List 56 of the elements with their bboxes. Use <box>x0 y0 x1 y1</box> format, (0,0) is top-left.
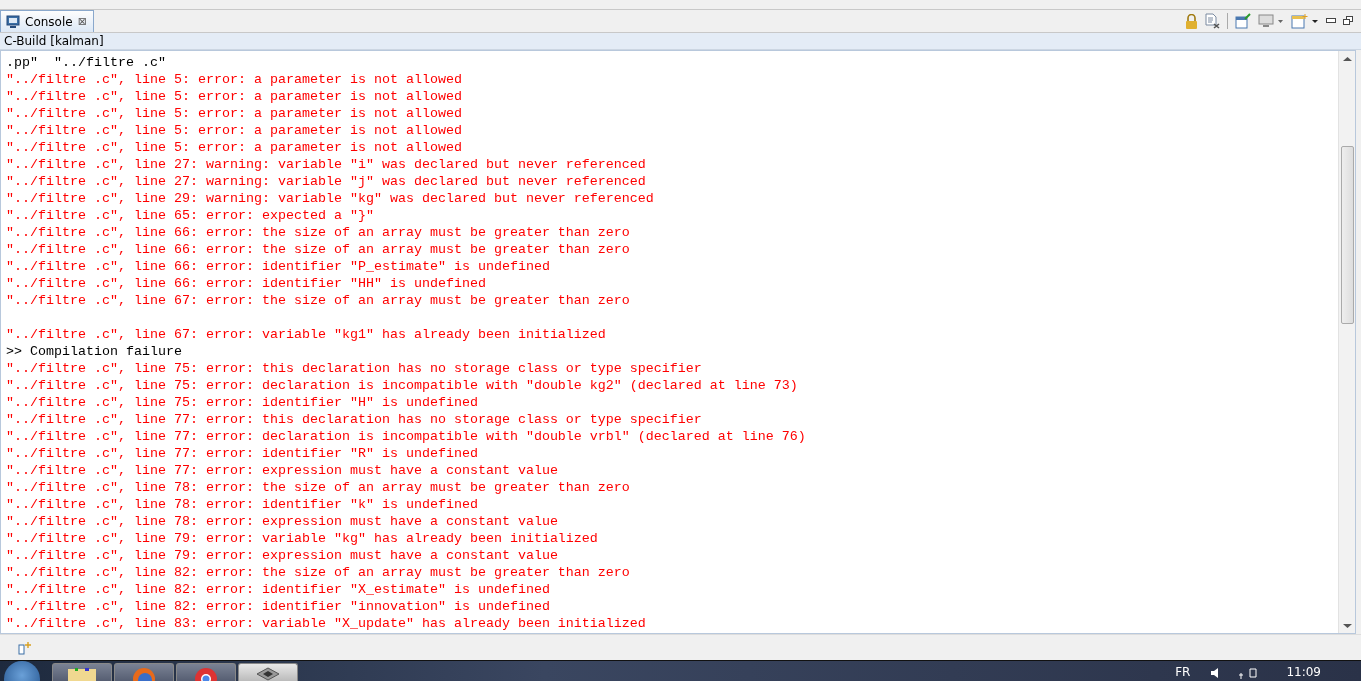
error-line: "../filtre .c", line 75: error: identifier "H" is undefined <box>6 394 479 411</box>
scroll-up-icon[interactable] <box>1342 56 1352 62</box>
cube-taskbar-button[interactable] <box>238 663 298 681</box>
language-indicator[interactable]: FR <box>1175 665 1191 679</box>
error-line: "../filtre .c", line 78: error: expression must have a constant value <box>6 513 559 530</box>
restore-icon[interactable] <box>1343 16 1353 26</box>
cube-icon <box>255 667 281 681</box>
error-line: "../filtre .c", line 82: error: the size of an array must be greater than zero <box>6 564 631 581</box>
monitor-icon <box>6 15 20 28</box>
error-line: "../filtre .c", line 66: error: identifier "HH" is undefined <box>6 275 487 292</box>
error-line: "../filtre .c", line 5: error: a parameter is not allowed <box>6 88 463 105</box>
error-line: "../filtre .c", line 82: error: identifier "innovation" is undefined <box>6 598 551 615</box>
error-line: "../filtre .c", line 83: error: variable "X_update" has already been initialized <box>6 615 647 632</box>
error-line: "../filtre .c", line 66: error: identifier "P_estimate" is undefined <box>6 258 551 275</box>
error-line: "../filtre .c", line 5: error: a parameter is not allowed <box>6 105 463 122</box>
console-title: C-Build [kalman] <box>0 32 1361 50</box>
error-line: "../filtre .c", line 77: error: expression must have a constant value <box>6 462 559 479</box>
error-line: "../filtre .c", line 5: error: a parameter is not allowed <box>6 71 463 88</box>
folder-taskbar-button[interactable] <box>52 663 112 681</box>
error-line: "../filtre .c", line 75: error: declaration is incompatible with "double kg2" (declared at line 73) <box>6 377 799 394</box>
folder-icon <box>67 667 97 681</box>
globe-icon <box>132 667 156 681</box>
error-line: "../filtre .c", line 65: error: expected a "}" <box>6 207 375 224</box>
scrollbar-thumb[interactable] <box>1340 146 1354 324</box>
minimize-icon[interactable] <box>1326 18 1336 24</box>
error-line: "../filtre .c", line 27: warning: variable "i" was declared but never referenced <box>6 156 647 173</box>
error-line: "../filtre .c", line 66: error: the size of an array must be greater than zero <box>6 241 631 258</box>
error-line: "../filtre .c", line 29: warning: variable "kg" was declared but never referenced <box>6 190 655 207</box>
console-tab[interactable]: Console ⊠ <box>0 10 94 32</box>
error-line: "../filtre .c", line 27: warning: variable "j" was declared but never referenced <box>6 173 647 190</box>
error-line: "../filtre .c", line 77: error: declaration is incompatible with "double vrbl" (declared at line 76) <box>6 428 807 445</box>
output-line: .pp" "../filtre .c" <box>6 54 167 71</box>
error-line: "../filtre .c", line 67: error: variable "kg1" has already been initialized <box>6 326 607 343</box>
error-line: "../filtre .c", line 77: error: identifier "R" is undefined <box>6 445 479 462</box>
scroll-down-icon[interactable] <box>1342 623 1352 629</box>
document-icon[interactable] <box>1205 13 1220 29</box>
error-line: "../filtre .c", line 79: error: variable "kg" has already been initialized <box>6 530 599 547</box>
error-line: "../filtre .c", line 78: error: identifier "k" is undefined <box>6 496 479 513</box>
clock[interactable]: 11:09 <box>1286 665 1321 679</box>
close-icon[interactable]: ⊠ <box>77 15 87 28</box>
new-item-icon[interactable] <box>18 640 31 655</box>
monitor-dropdown-icon[interactable] <box>1258 14 1284 28</box>
round-logo-icon <box>194 667 218 681</box>
error-line: "../filtre .c", line 5: error: a parameter is not allowed <box>6 122 463 139</box>
output-line: >> Compilation failure <box>6 343 183 360</box>
lock-icon[interactable] <box>1185 13 1198 29</box>
error-line: "../filtre .c", line 75: error: this declaration has no storage class or type specifier <box>6 360 703 377</box>
new-window-icon[interactable] <box>1291 13 1319 29</box>
error-line: "../filtre .c", line 79: error: expression must have a constant value <box>6 547 559 564</box>
error-line: "../filtre .c", line 78: error: the size of an array must be greater than zero <box>6 479 631 496</box>
error-line: "../filtre .c", line 82: error: identifier "X_estimate" is undefined <box>6 581 551 598</box>
error-line: "../filtre .c", line 67: error: the size of an array must be greater than zero <box>6 292 631 309</box>
error-line: "../filtre .c", line 5: error: a parameter is not allowed <box>6 139 463 156</box>
error-line: "../filtre .c", line 77: error: this declaration has no storage class or type specifier <box>6 411 703 428</box>
scrollbar[interactable] <box>1338 51 1355 633</box>
error-line: "../filtre .c", line 66: error: the size of an array must be greater than zero <box>6 224 631 241</box>
